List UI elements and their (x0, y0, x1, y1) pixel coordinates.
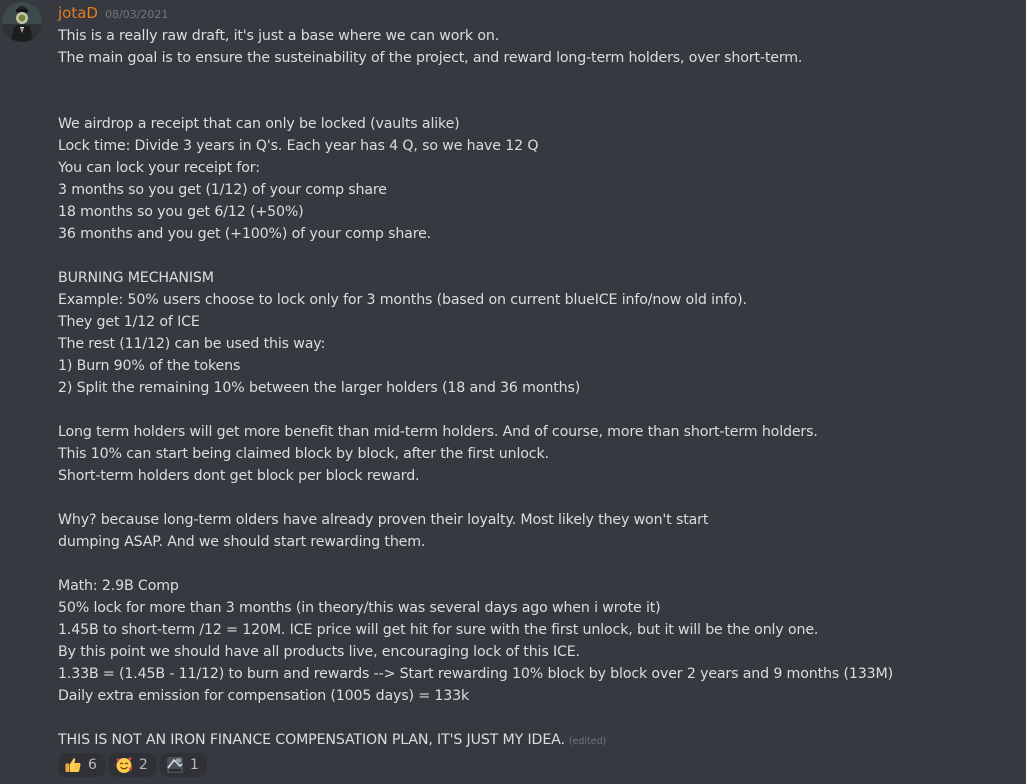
message-line: 2) Split the remaining 10% between the l… (58, 380, 581, 396)
message-line: You can lock your receipt for: (58, 160, 260, 176)
message-line: Daily extra emission for compensation (1… (58, 688, 470, 704)
message-header: jotaD 08/03/2021 (58, 4, 168, 24)
message-line (58, 553, 1018, 575)
message-line: Math: 2.9B Comp (58, 578, 179, 594)
reaction-count: 6 (88, 757, 97, 773)
message-line: 1) Burn 90% of the tokens (58, 358, 241, 374)
reaction-smiling-face-with-hearts[interactable]: 2 (108, 753, 156, 777)
message-line (58, 69, 1018, 91)
message-timestamp: 08/03/2021 (104, 8, 169, 21)
message-line: 1.45B to short-term /12 = 120M. ICE pric… (58, 622, 819, 638)
custom-emoji-icon (166, 756, 184, 774)
message-line: This is a really raw draft, it's just a … (58, 28, 500, 44)
message-line: 3 months so you get (1/12) of your comp … (58, 182, 387, 198)
reactions-bar: 6 2 1 (58, 753, 207, 777)
edited-label: (edited) (568, 736, 607, 747)
message-line (58, 487, 1018, 509)
chat-message: jotaD 08/03/2021 This is a really raw dr… (0, 0, 1026, 784)
message-content: This is a really raw draft, it's just a … (58, 25, 1018, 751)
message-line: Why? because long-term olders have alrea… (58, 512, 709, 528)
avatar-image (2, 2, 42, 42)
message-line: 1.33B = (1.45B - 11/12) to burn and rewa… (58, 666, 893, 682)
message-line: 36 months and you get (+100%) of your co… (58, 226, 432, 242)
message-line: dumping ASAP. And we should start reward… (58, 534, 426, 550)
message-line: This 10% can start being claimed block b… (58, 446, 549, 462)
message-line (58, 399, 1018, 421)
user-avatar[interactable] (2, 2, 42, 42)
message-final-line: THIS IS NOT AN IRON FINANCE COMPENSATION… (58, 729, 1018, 751)
message-line: Long term holders will get more benefit … (58, 424, 818, 440)
message-line (58, 91, 1018, 113)
username[interactable]: jotaD (58, 4, 98, 22)
message-line (58, 707, 1018, 729)
reaction-thumbs-up[interactable]: 6 (58, 753, 105, 777)
message-line: They get 1/12 of ICE (58, 314, 200, 330)
thumbs-up-icon (64, 756, 82, 774)
message-line: The rest (11/12) can be used this way: (58, 336, 326, 352)
reaction-count: 2 (138, 757, 148, 773)
message-line (58, 245, 1018, 267)
reaction-custom-emoji[interactable]: 1 (159, 753, 207, 777)
message-line: Short-term holders dont get block per bl… (58, 468, 420, 484)
message-line: 50% lock for more than 3 months (in theo… (58, 600, 661, 616)
message-line: Lock time: Divide 3 years in Q's. Each y… (58, 138, 539, 154)
message-line: Example: 50% users choose to lock only f… (58, 292, 747, 308)
message-line: By this point we should have all product… (58, 644, 580, 660)
message-line: 18 months so you get 6/12 (+50%) (58, 204, 304, 220)
message-line: We airdrop a receipt that can only be lo… (58, 116, 460, 132)
message-line: BURNING MECHANISM (58, 270, 214, 286)
final-line-text: THIS IS NOT AN IRON FINANCE COMPENSATION… (58, 732, 565, 748)
message-line: The main goal is to ensure the susteinab… (58, 50, 803, 66)
smiling-face-with-hearts-icon (115, 756, 133, 774)
reaction-count: 1 (189, 757, 199, 773)
